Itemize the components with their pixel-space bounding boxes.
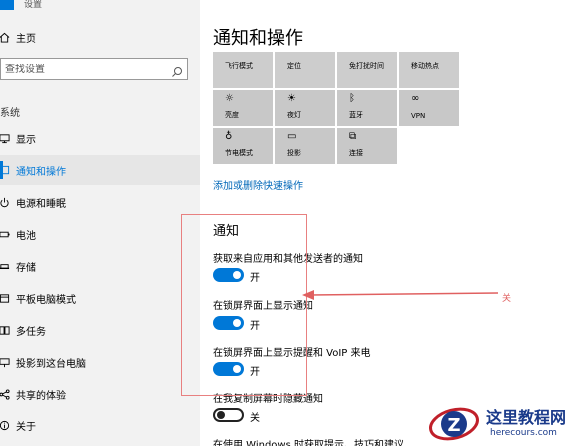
night-light-icon: ☀ [287, 93, 296, 104]
search-icon[interactable] [171, 63, 183, 77]
quick-action-label: 免打扰时间 [349, 62, 384, 70]
svg-text:Z: Z [447, 415, 460, 436]
sidebar-item-notifications[interactable]: 通知和操作 [0, 155, 200, 185]
quick-action-empty-slot [399, 128, 459, 164]
quick-action-label: 飞行模式 [225, 62, 253, 70]
sidebar-item-label: 关于 [16, 421, 36, 433]
quick-action-quiet-hours[interactable]: 免打扰时间 [337, 52, 397, 88]
vpn-icon: ∞ [411, 93, 420, 104]
sidebar-item-label: 电池 [16, 230, 36, 242]
quick-action-label: 连接 [349, 149, 363, 157]
quick-action-label: 定位 [287, 62, 301, 70]
sidebar-item-home[interactable]: 主页 [0, 22, 200, 52]
quick-action-label: 投影 [287, 149, 301, 157]
sidebar-item-label: 显示 [16, 134, 36, 146]
sidebar-section-title: 系统 [0, 108, 20, 119]
quick-action-vpn[interactable]: ∞ VPN [399, 90, 459, 126]
sidebar-item-label: 电源和睡眠 [16, 198, 66, 210]
quick-actions-grid: 飞行模式 定位 免打扰时间 移动热点 ☼ 亮度 ☀ 夜灯 ᛒ 蓝牙 ∞ VPN … [213, 52, 459, 164]
multitask-icon [0, 324, 10, 336]
quick-action-label: 移动热点 [411, 62, 439, 70]
sidebar-item-battery[interactable]: 电池 [0, 219, 200, 249]
sidebar-item-label: 存储 [16, 262, 36, 274]
monitor-icon [0, 132, 10, 144]
sidebar-item-display[interactable]: 显示 [0, 123, 200, 153]
sidebar-item-label: 通知和操作 [16, 166, 66, 178]
watermark-title: 这里教程网 [486, 408, 567, 427]
sidebar-item-tablet[interactable]: 平板电脑模式 [0, 283, 200, 313]
storage-icon [0, 260, 10, 272]
bluetooth-icon: ᛒ [349, 93, 355, 104]
quick-action-brightness[interactable]: ☼ 亮度 [213, 90, 273, 126]
annotation-arrow-icon [302, 290, 499, 300]
search-box[interactable] [0, 58, 188, 80]
sidebar-item-label: 多任务 [16, 326, 46, 338]
home-icon [0, 31, 10, 43]
window-accent [0, 0, 14, 10]
sidebar-item-label: 共享的体验 [16, 390, 66, 402]
project-icon [0, 356, 10, 368]
quick-action-night-light[interactable]: ☀ 夜灯 [275, 90, 335, 126]
sidebar-item-label: 主页 [16, 33, 36, 45]
sidebar-item-power[interactable]: 电源和睡眠 [0, 187, 200, 217]
tablet-icon [0, 292, 10, 304]
sidebar-item-project[interactable]: 投影到这台电脑 [0, 347, 200, 377]
sidebar-item-storage[interactable]: 存储 [0, 251, 200, 281]
share-icon [0, 388, 10, 400]
quick-action-label: 亮度 [225, 111, 239, 119]
sidebar-item-shared[interactable]: 共享的体验 [0, 379, 200, 409]
option-label-tips: 在使用 Windows 时获取提示、技巧和建议 [213, 440, 404, 446]
power-icon [0, 196, 10, 208]
page-title: 通知和操作 [213, 28, 303, 49]
quick-action-label: 夜灯 [287, 111, 301, 119]
window-title: 设置 [24, 0, 43, 10]
notification-icon [0, 164, 10, 176]
quick-action-location[interactable]: 定位 [275, 52, 335, 88]
watermark-url: herecours.com [490, 428, 557, 438]
quick-action-label: 节电模式 [225, 149, 253, 157]
sidebar: 设置 主页 系统 显示 通知和操作 电源和睡眠 电池 [0, 0, 200, 446]
battery-icon [0, 228, 10, 240]
brightness-icon: ☼ [225, 93, 234, 104]
quick-action-project[interactable]: ▭ 投影 [275, 128, 335, 164]
info-icon [0, 419, 10, 431]
quick-action-airplane-mode[interactable]: 飞行模式 [213, 52, 273, 88]
toggle-state-label: 关 [250, 413, 260, 424]
search-input[interactable] [5, 63, 165, 75]
quick-action-label: VPN [411, 112, 426, 120]
annotation-label: 关 [502, 294, 512, 304]
sidebar-item-multitasking[interactable]: 多任务 [0, 315, 200, 345]
sidebar-item-label: 投影到这台电脑 [16, 358, 86, 370]
toggle-hide-when-duplicating[interactable] [213, 408, 244, 422]
project-icon: ▭ [287, 131, 297, 142]
sidebar-item-label: 平板电脑模式 [16, 294, 76, 306]
connect-icon: ⧉ [349, 131, 357, 142]
edit-quick-actions-link[interactable]: 添加或删除快速操作 [213, 177, 303, 192]
quick-action-mobile-hotspot[interactable]: 移动热点 [399, 52, 459, 88]
quick-action-label: 蓝牙 [349, 111, 363, 119]
annotation-box [181, 214, 307, 396]
battery-saver-icon: ♁ [225, 131, 233, 142]
quick-action-bluetooth[interactable]: ᛒ 蓝牙 [337, 90, 397, 126]
quick-action-battery-saver[interactable]: ♁ 节电模式 [213, 128, 273, 164]
sidebar-item-about[interactable]: 关于 [0, 410, 200, 440]
quick-action-connect[interactable]: ⧉ 连接 [337, 128, 397, 164]
